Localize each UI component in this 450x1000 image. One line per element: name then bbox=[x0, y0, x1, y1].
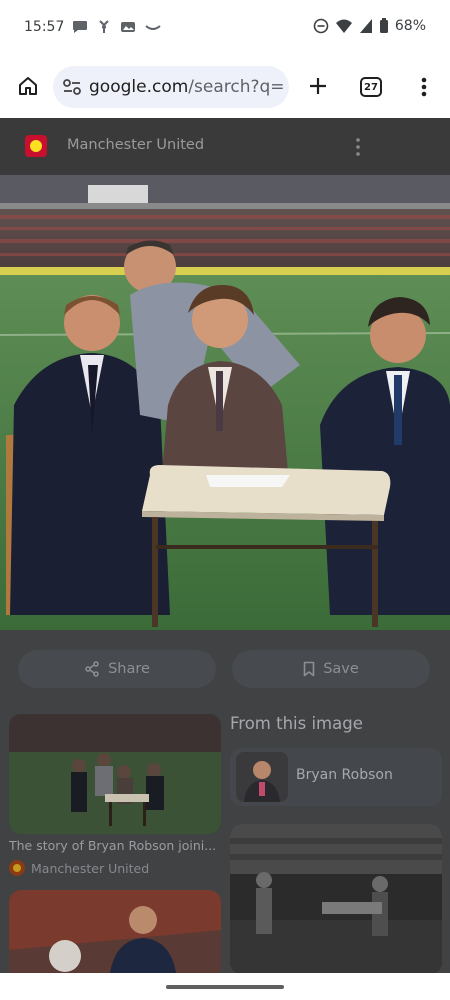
related-card-source[interactable]: Manchester United bbox=[9, 860, 149, 876]
home-gesture-handle[interactable] bbox=[166, 985, 284, 989]
smile-icon bbox=[145, 25, 161, 30]
related-image-card[interactable] bbox=[9, 714, 221, 834]
save-label: Save bbox=[323, 661, 359, 677]
status-bar: 15:57 68% bbox=[0, 0, 450, 56]
url-domain: google.com bbox=[89, 77, 189, 97]
notification-icons bbox=[72, 20, 162, 34]
browser-toolbar: google.com/search?q=b 27 bbox=[0, 56, 450, 118]
save-button[interactable]: Save bbox=[232, 650, 430, 688]
entity-thumbnail bbox=[236, 752, 288, 802]
overflow-menu-button[interactable] bbox=[412, 72, 436, 102]
plus-icon bbox=[310, 78, 326, 94]
url-text[interactable]: google.com/search?q=b bbox=[89, 77, 284, 97]
related-results: The story of Bryan Robson joini... Manch… bbox=[0, 712, 450, 973]
entity-chip[interactable]: Bryan Robson bbox=[230, 748, 442, 806]
address-bar[interactable]: google.com/search?q=b bbox=[53, 66, 289, 108]
image-icon bbox=[121, 22, 135, 32]
related-thumbnail bbox=[230, 824, 442, 973]
status-time: 15:57 bbox=[24, 19, 65, 35]
signing-photo bbox=[0, 175, 450, 630]
cell-signal-icon bbox=[359, 19, 372, 33]
related-thumbnail bbox=[9, 714, 221, 834]
image-viewer-overlay: Manchester United Share Save The story o… bbox=[0, 118, 450, 973]
image-actions: Share Save bbox=[0, 650, 450, 690]
from-this-image-heading: From this image bbox=[230, 714, 363, 733]
battery-icon bbox=[379, 18, 388, 33]
more-vert-icon bbox=[356, 138, 360, 156]
url-path: /search?q=b bbox=[188, 77, 284, 97]
share-label: Share bbox=[108, 661, 150, 677]
entity-name: Bryan Robson bbox=[296, 767, 393, 783]
main-image[interactable] bbox=[0, 175, 450, 630]
fan-icon bbox=[99, 20, 109, 33]
new-tab-button[interactable] bbox=[302, 70, 334, 102]
wifi-icon bbox=[335, 19, 352, 33]
related-thumbnail bbox=[9, 890, 221, 973]
manchester-united-logo bbox=[25, 135, 47, 157]
viewer-source-title[interactable]: Manchester United bbox=[67, 137, 204, 153]
related-image-card[interactable] bbox=[230, 824, 442, 973]
viewer-more-button[interactable] bbox=[350, 134, 366, 160]
bookmark-icon bbox=[303, 661, 315, 677]
battery-percent: 68% bbox=[394, 18, 426, 34]
related-card-title[interactable]: The story of Bryan Robson joini... bbox=[9, 838, 221, 853]
dnd-icon bbox=[313, 18, 329, 34]
tab-switcher-button[interactable]: 27 bbox=[360, 77, 382, 97]
related-image-card[interactable] bbox=[9, 890, 221, 973]
home-icon bbox=[19, 77, 37, 95]
gesture-navigation-bar bbox=[0, 973, 450, 1000]
share-icon bbox=[85, 661, 99, 677]
site-settings-icon[interactable] bbox=[62, 78, 82, 96]
share-button[interactable]: Share bbox=[18, 650, 216, 688]
more-vert-icon bbox=[421, 77, 427, 97]
chat-icon bbox=[73, 21, 87, 33]
source-favicon-icon bbox=[9, 860, 25, 876]
source-name: Manchester United bbox=[31, 860, 150, 876]
system-icons: 68% bbox=[313, 18, 426, 34]
viewer-header: Manchester United bbox=[0, 118, 450, 175]
home-button[interactable] bbox=[12, 70, 44, 102]
